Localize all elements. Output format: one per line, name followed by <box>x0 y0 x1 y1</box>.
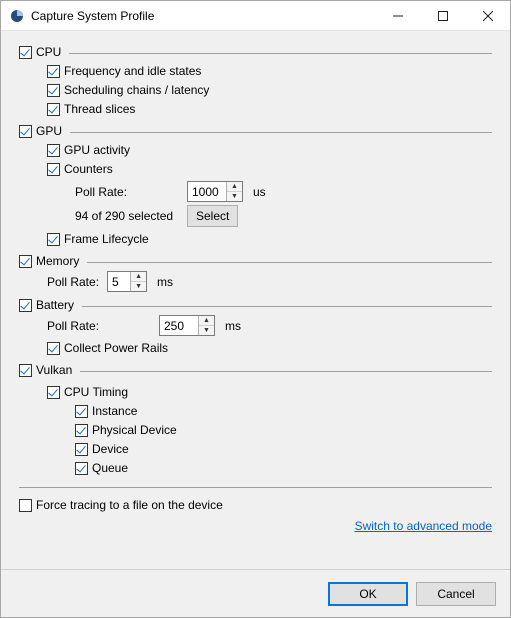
titlebar: Capture System Profile <box>1 1 510 31</box>
divider <box>87 262 492 263</box>
gpu-activity-checkbox[interactable]: GPU activity <box>47 143 130 157</box>
spinner-down-icon[interactable]: ▼ <box>227 192 242 201</box>
gpu-pollrate-label: Poll Rate: <box>75 185 183 199</box>
app-icon <box>9 8 25 24</box>
dialog-footer: OK Cancel <box>1 569 510 617</box>
divider <box>80 371 492 372</box>
divider <box>19 487 492 488</box>
battery-checkbox[interactable]: Battery <box>19 298 74 312</box>
spinner-down-icon[interactable]: ▼ <box>131 282 146 291</box>
cpu-sched-checkbox[interactable]: Scheduling chains / latency <box>47 83 209 97</box>
spinner-up-icon[interactable]: ▲ <box>227 182 242 192</box>
cpu-slices-checkbox[interactable]: Thread slices <box>47 102 135 116</box>
dialog-window: Capture System Profile CPU Frequency and… <box>0 0 511 618</box>
vulkan-instance-checkbox[interactable]: Instance <box>75 404 137 418</box>
vulkan-device-checkbox[interactable]: Device <box>75 442 129 456</box>
maximize-button[interactable] <box>420 1 465 30</box>
vulkan-physical-device-checkbox[interactable]: Physical Device <box>75 423 177 437</box>
battery-pollrate-spinner[interactable]: ▲▼ <box>159 315 215 336</box>
battery-label: Battery <box>36 298 74 312</box>
section-vulkan: Vulkan CPU Timing Instance Physical Devi… <box>19 363 492 477</box>
window-title: Capture System Profile <box>31 9 375 23</box>
spinner-up-icon[interactable]: ▲ <box>199 316 214 326</box>
spinner-up-icon[interactable]: ▲ <box>131 272 146 282</box>
cpu-checkbox[interactable]: CPU <box>19 45 61 59</box>
gpu-select-button[interactable]: Select <box>187 205 238 227</box>
minimize-button[interactable] <box>375 1 420 30</box>
gpu-label: GPU <box>36 124 62 138</box>
battery-pollrate-label: Poll Rate: <box>47 319 155 333</box>
section-cpu: CPU Frequency and idle states Scheduling… <box>19 45 492 118</box>
memory-checkbox[interactable]: Memory <box>19 254 79 268</box>
gpu-selected-text: 94 of 290 selected <box>75 209 183 223</box>
gpu-pollrate-unit: us <box>253 185 266 199</box>
content-area: CPU Frequency and idle states Scheduling… <box>1 31 510 569</box>
ok-button[interactable]: OK <box>328 582 408 606</box>
force-tracing-checkbox[interactable]: Force tracing to a file on the device <box>19 498 223 512</box>
cpu-label: CPU <box>36 45 61 59</box>
divider <box>69 53 492 54</box>
gpu-checkbox[interactable]: GPU <box>19 124 62 138</box>
vulkan-label: Vulkan <box>36 363 72 377</box>
spinner-down-icon[interactable]: ▼ <box>199 326 214 335</box>
memory-pollrate-label: Poll Rate: <box>47 275 99 289</box>
cancel-button[interactable]: Cancel <box>416 582 496 606</box>
memory-pollrate-input[interactable] <box>108 272 130 291</box>
section-gpu: GPU GPU activity Counters Poll Rate: ▲▼ … <box>19 124 492 248</box>
gpu-frame-lifecycle-checkbox[interactable]: Frame Lifecycle <box>47 232 149 246</box>
gpu-pollrate-input[interactable] <box>188 182 226 201</box>
battery-pollrate-input[interactable] <box>160 316 198 335</box>
close-button[interactable] <box>465 1 510 30</box>
gpu-pollrate-spinner[interactable]: ▲▼ <box>187 181 243 202</box>
battery-pollrate-unit: ms <box>225 319 241 333</box>
memory-label: Memory <box>36 254 79 268</box>
vulkan-queue-checkbox[interactable]: Queue <box>75 461 128 475</box>
divider <box>70 132 492 133</box>
battery-power-rails-checkbox[interactable]: Collect Power Rails <box>47 341 168 355</box>
window-buttons <box>375 1 510 30</box>
vulkan-checkbox[interactable]: Vulkan <box>19 363 72 377</box>
advanced-mode-link[interactable]: Switch to advanced mode <box>355 519 492 533</box>
cpu-freq-checkbox[interactable]: Frequency and idle states <box>47 64 201 78</box>
vulkan-cputiming-checkbox[interactable]: CPU Timing <box>47 385 128 399</box>
section-memory: Memory Poll Rate: ▲▼ ms <box>19 254 492 292</box>
memory-pollrate-unit: ms <box>157 275 173 289</box>
gpu-counters-checkbox[interactable]: Counters <box>47 162 113 176</box>
divider <box>82 306 492 307</box>
memory-pollrate-spinner[interactable]: ▲▼ <box>107 271 147 292</box>
section-battery: Battery Poll Rate: ▲▼ ms Collect Power R… <box>19 298 492 357</box>
